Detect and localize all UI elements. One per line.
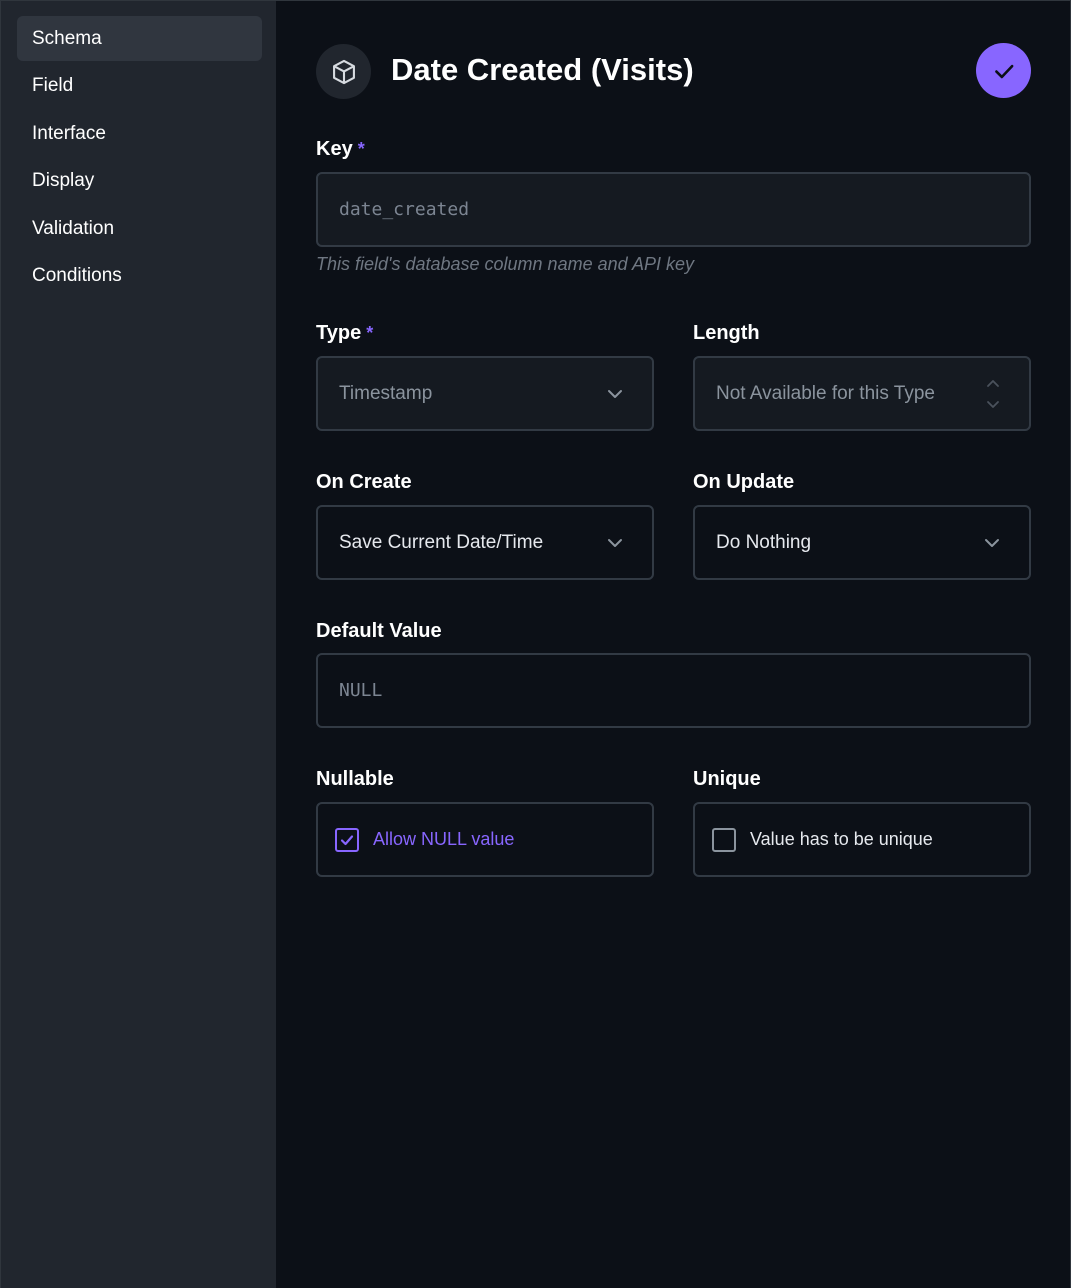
chevron-down-icon: [985, 538, 999, 547]
sidebar-item-label: Interface: [32, 122, 106, 144]
length-input[interactable]: Not Available for this Type: [693, 356, 1031, 431]
required-mark: *: [357, 139, 365, 159]
length-label: Length: [693, 322, 760, 344]
on-create-value: Save Current Date/Time: [339, 531, 544, 553]
default-value-input[interactable]: NULL: [316, 653, 1031, 728]
sidebar-item-label: Display: [32, 169, 95, 191]
sidebar-item-field[interactable]: Field: [17, 63, 262, 108]
checkbox-checked-icon: [335, 827, 359, 852]
stepper-icon: [987, 380, 999, 408]
key-value: date_created: [339, 199, 470, 220]
chevron-down-icon: [608, 538, 622, 547]
check-icon: [994, 64, 1013, 78]
required-mark: *: [366, 323, 374, 343]
sidebar-item-display[interactable]: Display: [17, 158, 262, 203]
key-hint: This field's database column name and AP…: [316, 254, 694, 274]
key-label: Key *: [316, 138, 365, 160]
default-value-placeholder: NULL: [339, 680, 383, 701]
sidebar-item-conditions[interactable]: Conditions: [17, 253, 262, 298]
on-update-label: On Update: [693, 471, 795, 493]
on-create-select[interactable]: Save Current Date/Time: [316, 505, 654, 580]
cube-icon: [332, 59, 355, 84]
field-editor: Date Created (Visits) Key * date_created …: [276, 0, 1071, 1288]
nullable-checkbox[interactable]: Allow NULL value: [316, 802, 654, 877]
checkbox-unchecked-icon: [712, 827, 736, 852]
sidebar-item-label: Validation: [32, 217, 115, 239]
on-update-value: Do Nothing: [716, 531, 812, 553]
page-title: Date Created (Visits): [391, 52, 694, 87]
sidebar: Schema Field Interface Display Validatio…: [0, 0, 276, 1288]
type-label: Type *: [316, 322, 374, 344]
sidebar-item-interface[interactable]: Interface: [17, 111, 262, 156]
unique-checkbox-label: Value has to be unique: [750, 829, 933, 849]
save-button[interactable]: [976, 43, 1031, 98]
sidebar-item-label: Conditions: [32, 264, 122, 286]
key-input[interactable]: date_created: [316, 172, 1031, 247]
length-placeholder: Not Available for this Type: [716, 382, 935, 404]
unique-label: Unique: [693, 768, 761, 790]
unique-checkbox[interactable]: Value has to be unique: [693, 802, 1031, 877]
sidebar-item-label: Schema: [32, 27, 102, 49]
default-value-label: Default Value: [316, 620, 442, 642]
sidebar-item-schema[interactable]: Schema: [17, 16, 262, 61]
nullable-checkbox-label: Allow NULL value: [373, 829, 515, 849]
type-value: Timestamp: [339, 382, 433, 404]
nullable-label: Nullable: [316, 768, 394, 790]
sidebar-item-label: Field: [32, 74, 74, 96]
field-type-badge: [316, 44, 371, 99]
chevron-down-icon: [608, 389, 622, 398]
type-select[interactable]: Timestamp: [316, 356, 654, 431]
on-update-select[interactable]: Do Nothing: [693, 505, 1031, 580]
sidebar-item-validation[interactable]: Validation: [17, 206, 262, 251]
on-create-label: On Create: [316, 471, 412, 493]
